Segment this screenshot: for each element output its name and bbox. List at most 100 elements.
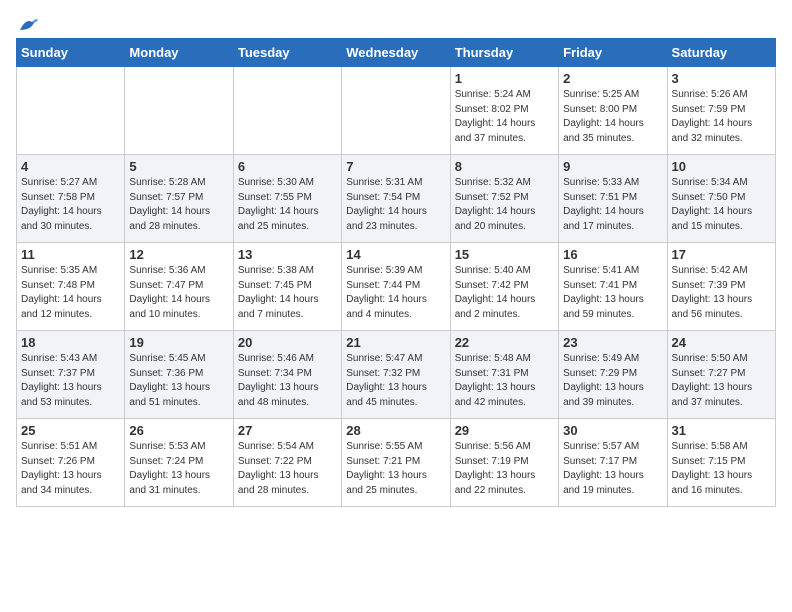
day-number: 12 <box>129 247 228 262</box>
calendar-cell: 17 Sunrise: 5:42 AM Sunset: 7:39 PM Dayli… <box>667 243 775 331</box>
day-info: Sunrise: 5:36 AM Sunset: 7:47 PM Dayligh… <box>129 264 228 322</box>
day-info: Sunrise: 5:27 AM Sunset: 7:58 PM Dayligh… <box>21 176 120 234</box>
page-header <box>16 16 776 30</box>
calendar-cell: 12 Sunrise: 5:36 AM Sunset: 7:47 PM Dayli… <box>125 243 233 331</box>
day-info: Sunrise: 5:42 AM Sunset: 7:39 PM Dayligh… <box>672 264 771 322</box>
day-number: 20 <box>238 335 337 350</box>
logo-bird-icon <box>18 16 40 34</box>
day-info: Sunrise: 5:56 AM Sunset: 7:19 PM Dayligh… <box>455 440 554 498</box>
day-number: 15 <box>455 247 554 262</box>
calendar-cell: 4 Sunrise: 5:27 AM Sunset: 7:58 PM Daylig… <box>17 155 125 243</box>
column-header-tuesday: Tuesday <box>233 39 341 67</box>
day-number: 9 <box>563 159 662 174</box>
day-info: Sunrise: 5:32 AM Sunset: 7:52 PM Dayligh… <box>455 176 554 234</box>
week-row-4: 18 Sunrise: 5:43 AM Sunset: 7:37 PM Dayli… <box>17 331 776 419</box>
day-info: Sunrise: 5:30 AM Sunset: 7:55 PM Dayligh… <box>238 176 337 234</box>
day-number: 17 <box>672 247 771 262</box>
day-info: Sunrise: 5:46 AM Sunset: 7:34 PM Dayligh… <box>238 352 337 410</box>
week-row-3: 11 Sunrise: 5:35 AM Sunset: 7:48 PM Dayli… <box>17 243 776 331</box>
header-row: SundayMondayTuesdayWednesdayThursdayFrid… <box>17 39 776 67</box>
column-header-thursday: Thursday <box>450 39 558 67</box>
calendar-cell: 8 Sunrise: 5:32 AM Sunset: 7:52 PM Daylig… <box>450 155 558 243</box>
calendar-cell: 5Sunrise: 5:28 AM Sunset: 7:57 PM Daylig… <box>125 155 233 243</box>
day-info: Sunrise: 5:35 AM Sunset: 7:48 PM Dayligh… <box>21 264 120 322</box>
day-number: 5 <box>129 159 228 174</box>
day-number: 11 <box>21 247 120 262</box>
calendar-cell: 20 Sunrise: 5:46 AM Sunset: 7:34 PM Dayli… <box>233 331 341 419</box>
day-info: Sunrise: 5:24 AM Sunset: 8:02 PM Dayligh… <box>455 88 554 146</box>
day-info: Sunrise: 5:33 AM Sunset: 7:51 PM Dayligh… <box>563 176 662 234</box>
calendar-cell: 24 Sunrise: 5:50 AM Sunset: 7:27 PM Dayli… <box>667 331 775 419</box>
day-info: Sunrise: 5:25 AM Sunset: 8:00 PM Dayligh… <box>563 88 662 146</box>
calendar-cell: 26 Sunrise: 5:53 AM Sunset: 7:24 PM Dayli… <box>125 419 233 507</box>
calendar-cell <box>233 67 341 155</box>
calendar-cell: 2 Sunrise: 5:25 AM Sunset: 8:00 PM Daylig… <box>559 67 667 155</box>
day-info: Sunrise: 5:41 AM Sunset: 7:41 PM Dayligh… <box>563 264 662 322</box>
day-info: Sunrise: 5:55 AM Sunset: 7:21 PM Dayligh… <box>346 440 445 498</box>
day-info: Sunrise: 5:47 AM Sunset: 7:32 PM Dayligh… <box>346 352 445 410</box>
day-info: Sunrise: 5:48 AM Sunset: 7:31 PM Dayligh… <box>455 352 554 410</box>
calendar-cell: 19Sunrise: 5:45 AM Sunset: 7:36 PM Dayli… <box>125 331 233 419</box>
column-header-sunday: Sunday <box>17 39 125 67</box>
column-header-friday: Friday <box>559 39 667 67</box>
day-info: Sunrise: 5:31 AM Sunset: 7:54 PM Dayligh… <box>346 176 445 234</box>
day-number: 14 <box>346 247 445 262</box>
column-header-saturday: Saturday <box>667 39 775 67</box>
day-number: 30 <box>563 423 662 438</box>
day-number: 21 <box>346 335 445 350</box>
day-number: 1 <box>455 71 554 86</box>
calendar-cell: 23Sunrise: 5:49 AM Sunset: 7:29 PM Dayli… <box>559 331 667 419</box>
calendar-cell: 16 Sunrise: 5:41 AM Sunset: 7:41 PM Dayli… <box>559 243 667 331</box>
column-header-wednesday: Wednesday <box>342 39 450 67</box>
day-info: Sunrise: 5:49 AM Sunset: 7:29 PM Dayligh… <box>563 352 662 410</box>
calendar-cell: 29 Sunrise: 5:56 AM Sunset: 7:19 PM Dayli… <box>450 419 558 507</box>
day-info: Sunrise: 5:34 AM Sunset: 7:50 PM Dayligh… <box>672 176 771 234</box>
day-number: 3 <box>672 71 771 86</box>
day-info: Sunrise: 5:39 AM Sunset: 7:44 PM Dayligh… <box>346 264 445 322</box>
day-number: 31 <box>672 423 771 438</box>
calendar-cell: 28 Sunrise: 5:55 AM Sunset: 7:21 PM Dayli… <box>342 419 450 507</box>
day-info: Sunrise: 5:26 AM Sunset: 7:59 PM Dayligh… <box>672 88 771 146</box>
day-info: Sunrise: 5:38 AM Sunset: 7:45 PM Dayligh… <box>238 264 337 322</box>
day-number: 6 <box>238 159 337 174</box>
calendar-cell <box>125 67 233 155</box>
calendar-cell: 6 Sunrise: 5:30 AM Sunset: 7:55 PM Daylig… <box>233 155 341 243</box>
calendar-cell: 18 Sunrise: 5:43 AM Sunset: 7:37 PM Dayli… <box>17 331 125 419</box>
calendar-cell: 25Sunrise: 5:51 AM Sunset: 7:26 PM Dayli… <box>17 419 125 507</box>
day-number: 8 <box>455 159 554 174</box>
day-number: 27 <box>238 423 337 438</box>
day-number: 4 <box>21 159 120 174</box>
calendar-cell <box>342 67 450 155</box>
day-number: 25 <box>21 423 120 438</box>
calendar-cell: 15Sunrise: 5:40 AM Sunset: 7:42 PM Dayli… <box>450 243 558 331</box>
calendar-cell: 22 Sunrise: 5:48 AM Sunset: 7:31 PM Dayli… <box>450 331 558 419</box>
day-info: Sunrise: 5:50 AM Sunset: 7:27 PM Dayligh… <box>672 352 771 410</box>
day-number: 2 <box>563 71 662 86</box>
day-number: 19 <box>129 335 228 350</box>
calendar-cell: 3 Sunrise: 5:26 AM Sunset: 7:59 PM Daylig… <box>667 67 775 155</box>
calendar-cell: 1 Sunrise: 5:24 AM Sunset: 8:02 PM Daylig… <box>450 67 558 155</box>
day-info: Sunrise: 5:43 AM Sunset: 7:37 PM Dayligh… <box>21 352 120 410</box>
day-number: 28 <box>346 423 445 438</box>
day-number: 16 <box>563 247 662 262</box>
column-header-monday: Monday <box>125 39 233 67</box>
day-info: Sunrise: 5:53 AM Sunset: 7:24 PM Dayligh… <box>129 440 228 498</box>
day-number: 18 <box>21 335 120 350</box>
day-number: 10 <box>672 159 771 174</box>
day-number: 13 <box>238 247 337 262</box>
calendar-cell: 31Sunrise: 5:58 AM Sunset: 7:15 PM Dayli… <box>667 419 775 507</box>
calendar-cell: 21 Sunrise: 5:47 AM Sunset: 7:32 PM Dayli… <box>342 331 450 419</box>
day-number: 22 <box>455 335 554 350</box>
day-number: 29 <box>455 423 554 438</box>
calendar-cell: 27Sunrise: 5:54 AM Sunset: 7:22 PM Dayli… <box>233 419 341 507</box>
calendar-cell: 14 Sunrise: 5:39 AM Sunset: 7:44 PM Dayli… <box>342 243 450 331</box>
day-number: 24 <box>672 335 771 350</box>
calendar-table: SundayMondayTuesdayWednesdayThursdayFrid… <box>16 38 776 507</box>
calendar-cell: 7 Sunrise: 5:31 AM Sunset: 7:54 PM Daylig… <box>342 155 450 243</box>
week-row-2: 4 Sunrise: 5:27 AM Sunset: 7:58 PM Daylig… <box>17 155 776 243</box>
day-number: 26 <box>129 423 228 438</box>
calendar-cell: 13 Sunrise: 5:38 AM Sunset: 7:45 PM Dayli… <box>233 243 341 331</box>
day-number: 7 <box>346 159 445 174</box>
week-row-5: 25Sunrise: 5:51 AM Sunset: 7:26 PM Dayli… <box>17 419 776 507</box>
calendar-cell: 11 Sunrise: 5:35 AM Sunset: 7:48 PM Dayli… <box>17 243 125 331</box>
